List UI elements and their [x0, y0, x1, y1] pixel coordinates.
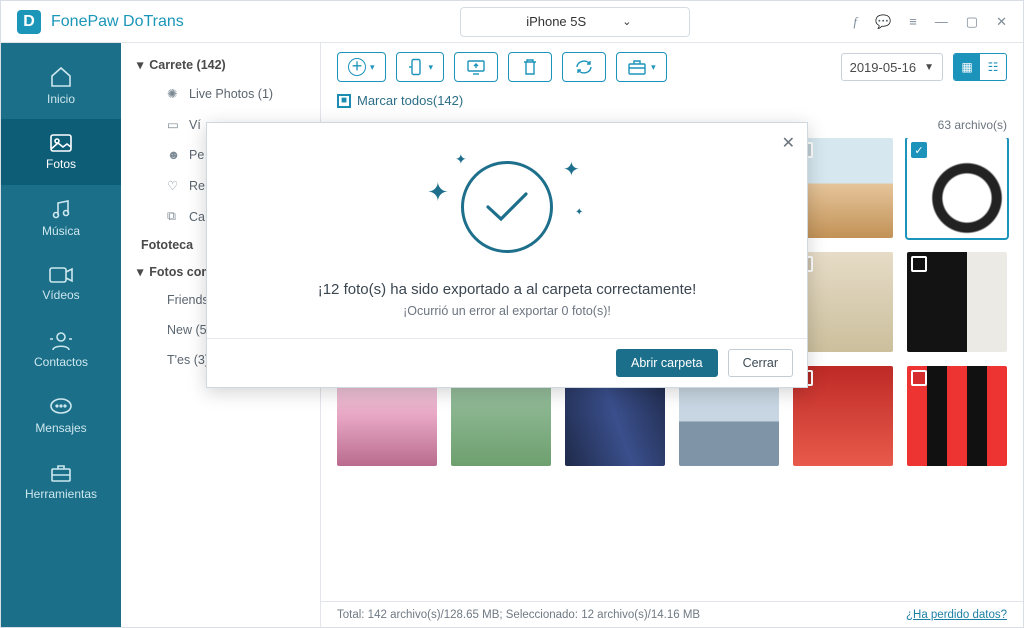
music-icon [50, 198, 72, 220]
close-window-icon[interactable]: ✕ [996, 14, 1007, 30]
brand-logo-icon: D [17, 10, 41, 34]
nav-music[interactable]: Música [1, 185, 121, 251]
caret-down-icon: ▼ [924, 62, 934, 73]
success-icon: ✦ ✦ ✦ ✦ [417, 147, 597, 267]
add-button[interactable]: +▾ [337, 52, 386, 82]
thumbnail[interactable] [793, 138, 893, 238]
caret-down-icon: ▾ [137, 264, 143, 279]
view-switch: ▦ ☷ [953, 53, 1007, 81]
videos-icon [48, 266, 74, 284]
messages-icon [49, 397, 73, 417]
grid-view-button[interactable]: ▦ [954, 54, 980, 80]
modal-close-icon[interactable]: ✕ [782, 133, 795, 153]
tree-live-photos[interactable]: ✺Live Photos (1) [127, 78, 320, 109]
video-small-icon: ▭ [167, 117, 181, 132]
nav-tools-label: Herramientas [25, 487, 97, 501]
sidebar-nav: Inicio Fotos Música Vídeos [1, 43, 121, 627]
tools-icon [49, 463, 73, 483]
modal-title: ¡12 foto(s) ha sido exportado a al carpe… [227, 281, 787, 298]
feedback-icon[interactable]: 💬 [875, 14, 891, 30]
date-value: 2019-05-16 [850, 60, 917, 75]
open-folder-button[interactable]: Abrir carpeta [616, 349, 718, 377]
people-icon: ☻ [167, 148, 181, 162]
titlebar: D FonePaw DoTrans iPhone 5S ⌄ f 💬 ≡ — ▢ … [1, 1, 1023, 43]
photos-icon [49, 133, 73, 153]
group-count: 63 archivo(s) [938, 118, 1007, 132]
nav-home-label: Inicio [47, 92, 75, 106]
livephotos-icon: ✺ [167, 86, 181, 101]
caret-down-icon: ▾ [137, 57, 143, 72]
thumbnail[interactable] [907, 366, 1007, 466]
modal-footer: Abrir carpeta Cerrar [207, 338, 807, 387]
statusbar: Total: 142 archivo(s)/128.65 MB; Selecci… [321, 601, 1023, 627]
nav-tools[interactable]: Herramientas [1, 449, 121, 515]
export-pc-button[interactable] [454, 52, 498, 82]
chevron-down-icon: ▾ [429, 62, 434, 73]
toolbox-button[interactable]: ▾ [616, 52, 667, 82]
status-text: Total: 142 archivo(s)/128.65 MB; Selecci… [337, 609, 700, 621]
thumbnail[interactable] [793, 252, 893, 352]
thumbnail[interactable] [907, 252, 1007, 352]
device-picker[interactable]: iPhone 5S ⌄ [460, 7, 690, 37]
detail-view-button[interactable]: ☷ [980, 54, 1006, 80]
toolbar: +▾ ▾ ▾ 2019-05-16 ▼ ▦ ☷ [321, 43, 1023, 91]
delete-button[interactable] [508, 52, 552, 82]
maximize-icon[interactable]: ▢ [966, 14, 978, 30]
titlebar-controls: f 💬 ≡ — ▢ ✕ [837, 14, 1023, 30]
facebook-icon[interactable]: f [853, 14, 857, 30]
thumbnail-checkbox[interactable] [911, 256, 927, 272]
thumbnail[interactable] [793, 366, 893, 466]
nav-messages-label: Mensajes [35, 421, 86, 435]
menu-icon[interactable]: ≡ [909, 14, 917, 30]
refresh-button[interactable] [562, 52, 606, 82]
tree-carrete[interactable]: ▾ Carrete (142) [127, 51, 320, 78]
minimize-icon[interactable]: — [935, 14, 948, 30]
export-device-button[interactable]: ▾ [396, 52, 445, 82]
lost-data-link[interactable]: ¿Ha perdido datos? [906, 609, 1007, 621]
tree-carrete-label: Carrete (142) [149, 58, 225, 72]
thumbnail-checkbox[interactable]: ✓ [911, 142, 927, 158]
nav-contacts[interactable]: Contactos [1, 317, 121, 383]
tree-fototeca-label: Fototeca [141, 238, 193, 252]
nav-videos-label: Vídeos [42, 288, 79, 302]
modal-subtitle: ¡Ocurrió un error al exportar 0 foto(s)! [227, 304, 787, 318]
nav-music-label: Música [42, 224, 80, 238]
app-window: D FonePaw DoTrans iPhone 5S ⌄ f 💬 ≡ — ▢ … [0, 0, 1024, 628]
nav-messages[interactable]: Mensajes [1, 383, 121, 449]
date-picker[interactable]: 2019-05-16 ▼ [841, 53, 943, 81]
nav-home[interactable]: Inicio [1, 53, 121, 119]
thumbnail[interactable]: ✓ [907, 138, 1007, 238]
chevron-down-icon: ▾ [370, 62, 375, 73]
close-button[interactable]: Cerrar [728, 349, 793, 377]
thumbnail-checkbox[interactable] [911, 370, 927, 386]
chevron-down-icon: ▾ [651, 62, 656, 73]
select-all-row[interactable]: ■ Marcar todos(142) [321, 91, 1023, 112]
select-all-label: Marcar todos(142) [357, 93, 463, 108]
nav-videos[interactable]: Vídeos [1, 251, 121, 317]
home-icon [49, 66, 73, 88]
screenshot-icon: ⧉ [167, 209, 181, 224]
chevron-down-icon: ⌄ [622, 15, 631, 28]
contacts-icon [49, 331, 73, 351]
device-name: iPhone 5S [526, 14, 586, 29]
tree-fotos-com-label: Fotos com [149, 265, 212, 279]
brand: D FonePaw DoTrans [1, 10, 200, 34]
nav-contacts-label: Contactos [34, 355, 88, 369]
plus-icon: + [348, 58, 366, 76]
brand-name: FonePaw DoTrans [51, 13, 184, 31]
nav-photos[interactable]: Fotos [1, 119, 121, 185]
heart-icon: ♡ [167, 178, 181, 193]
export-success-modal: ✕ ✦ ✦ ✦ ✦ ¡12 foto(s) ha sido exportado … [206, 122, 808, 388]
select-all-checkbox[interactable]: ■ [337, 94, 351, 108]
nav-photos-label: Fotos [46, 157, 76, 171]
